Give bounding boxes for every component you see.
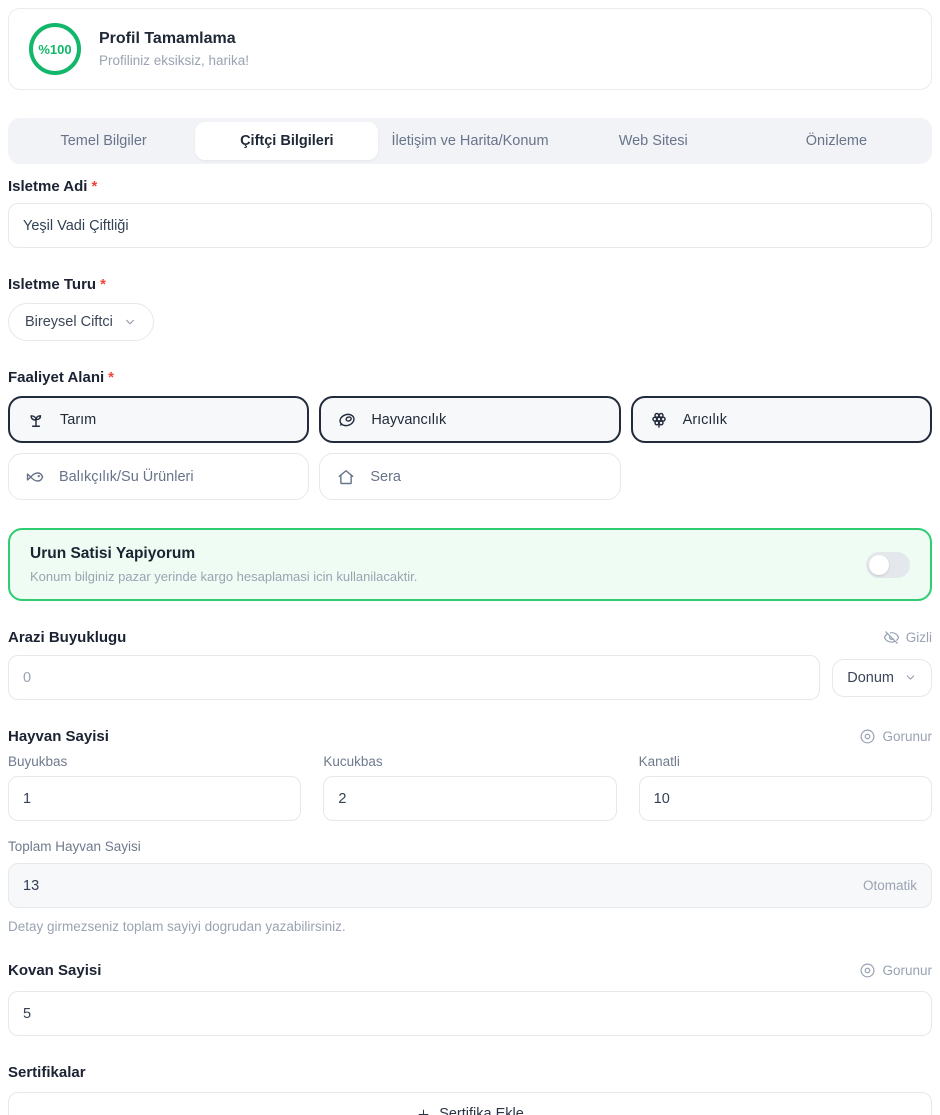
hive-count-visibility[interactable]: Gorunur [859, 962, 932, 979]
animal-field-kanatli: Kanatli [639, 754, 932, 821]
business-type-select[interactable]: Bireysel Ciftci [8, 303, 154, 341]
required-asterisk: * [91, 178, 97, 195]
business-type-value: Bireysel Ciftci [25, 314, 113, 330]
total-animals-input: 13 Otomatik [8, 863, 932, 908]
business-name-label: Isletme Adi* [8, 178, 932, 195]
activity-area-label: Faaliyet Alani* [8, 369, 932, 386]
eye-icon [859, 962, 876, 979]
total-animals-section: Toplam Hayvan Sayisi 13 Otomatik Detay g… [8, 839, 932, 934]
activity-option-label: Hayvancılık [371, 412, 446, 428]
profile-completion-title: Profil Tamamlama [99, 30, 249, 48]
tab-iletisim-harita-konum[interactable]: İletişim ve Harita/Konum [378, 122, 561, 160]
activity-option-hayvancilik[interactable]: Hayvancılık [319, 396, 620, 443]
add-certificate-button[interactable]: Sertifika Ekle [8, 1092, 932, 1115]
activity-option-label: Tarım [60, 412, 96, 428]
land-size-visibility[interactable]: Gizli [883, 629, 932, 646]
activity-option-sera[interactable]: Sera [319, 453, 620, 500]
product-sale-subtitle: Konum bilginiz pazar yerinde kargo hesap… [30, 569, 417, 584]
total-animals-label: Toplam Hayvan Sayisi [8, 839, 932, 854]
activity-option-aricilik[interactable]: Arıcılık [631, 396, 932, 443]
tab-web-sitesi[interactable]: Web Sitesi [562, 122, 745, 160]
visibility-label: Gizli [906, 630, 932, 645]
completion-percent-ring: %100 [29, 23, 81, 75]
tab-temel-bilgiler[interactable]: Temel Bilgiler [12, 122, 195, 160]
certificates-label: Sertifikalar [8, 1064, 932, 1081]
visibility-label: Gorunur [882, 729, 932, 744]
land-size-label: Arazi Buyuklugu [8, 629, 126, 646]
automatic-badge: Otomatik [863, 878, 917, 893]
hive-count-label: Kovan Sayisi [8, 962, 101, 979]
activity-option-label: Balıkçılık/Su Ürünleri [59, 469, 194, 485]
product-sale-toggle[interactable] [866, 552, 910, 578]
required-asterisk: * [100, 276, 106, 293]
visibility-label: Gorunur [882, 963, 932, 978]
farmer-profile-page: %100 Profil Tamamlama Profiliniz eksiksi… [0, 0, 940, 1115]
product-sale-banner: Urun Satisi Yapiyorum Konum bilginiz paz… [8, 528, 932, 601]
sprout-icon [26, 410, 46, 430]
buyukbas-input[interactable] [8, 776, 301, 821]
land-unit-select[interactable]: Donum [832, 659, 932, 697]
certificates-section: Sertifikalar Sertifika Ekle [8, 1064, 932, 1115]
buyukbas-label: Buyukbas [8, 754, 301, 769]
animal-field-buyukbas: Buyukbas [8, 754, 301, 821]
hive-count-input[interactable] [8, 991, 932, 1036]
animal-count-label: Hayvan Sayisi [8, 728, 109, 745]
animal-field-kucukbas: Kucukbas [323, 754, 616, 821]
honeycomb-icon [649, 410, 669, 430]
activity-option-label: Sera [370, 469, 401, 485]
required-asterisk: * [108, 369, 114, 386]
land-unit-value: Donum [847, 670, 894, 686]
profile-completion-subtitle: Profiliniz eksiksiz, harika! [99, 53, 249, 68]
kucukbas-input[interactable] [323, 776, 616, 821]
business-name-input[interactable] [8, 203, 932, 248]
tab-ciftci-bilgileri[interactable]: Çiftçi Bilgileri [195, 122, 378, 160]
animal-count-section: Hayvan Sayisi Gorunur Buyukbas Kucukbas … [8, 728, 932, 821]
fish-icon [25, 467, 45, 487]
activity-option-label: Arıcılık [683, 412, 727, 428]
product-sale-title: Urun Satisi Yapiyorum [30, 545, 417, 563]
activity-area-section: Faaliyet Alani* Tarım Hayvancılık Arıcıl… [8, 369, 932, 500]
land-size-input[interactable] [8, 655, 820, 700]
profile-completion-card: %100 Profil Tamamlama Profiliniz eksiksi… [8, 8, 932, 90]
meat-icon [337, 410, 357, 430]
business-name-section: Isletme Adi* [8, 178, 932, 248]
animal-count-visibility[interactable]: Gorunur [859, 728, 932, 745]
tab-onizleme[interactable]: Önizleme [745, 122, 928, 160]
greenhouse-icon [336, 467, 356, 487]
chevron-down-icon [123, 315, 137, 329]
kucukbas-label: Kucukbas [323, 754, 616, 769]
total-animals-value: 13 [23, 878, 39, 894]
toggle-knob [869, 555, 889, 575]
business-type-section: Isletme Turu* Bireysel Ciftci [8, 276, 932, 341]
total-animals-helper: Detay girmezseniz toplam sayiyi dogrudan… [8, 919, 932, 934]
eye-icon [859, 728, 876, 745]
activity-options-grid: Tarım Hayvancılık Arıcılık Balıkçılık/Su… [8, 396, 932, 500]
kanatli-label: Kanatli [639, 754, 932, 769]
eye-off-icon [883, 629, 900, 646]
completion-percent: %100 [38, 42, 71, 57]
hive-count-section: Kovan Sayisi Gorunur [8, 962, 932, 1036]
profile-tabbar: Temel Bilgiler Çiftçi Bilgileri İletişim… [8, 118, 932, 164]
add-certificate-label: Sertifika Ekle [439, 1106, 524, 1115]
business-type-label: Isletme Turu* [8, 276, 932, 293]
plus-icon [416, 1107, 431, 1115]
activity-option-tarim[interactable]: Tarım [8, 396, 309, 443]
kanatli-input[interactable] [639, 776, 932, 821]
land-size-section: Arazi Buyuklugu Gizli Donum [8, 629, 932, 700]
activity-option-balikcilik[interactable]: Balıkçılık/Su Ürünleri [8, 453, 309, 500]
chevron-down-icon [904, 671, 917, 684]
